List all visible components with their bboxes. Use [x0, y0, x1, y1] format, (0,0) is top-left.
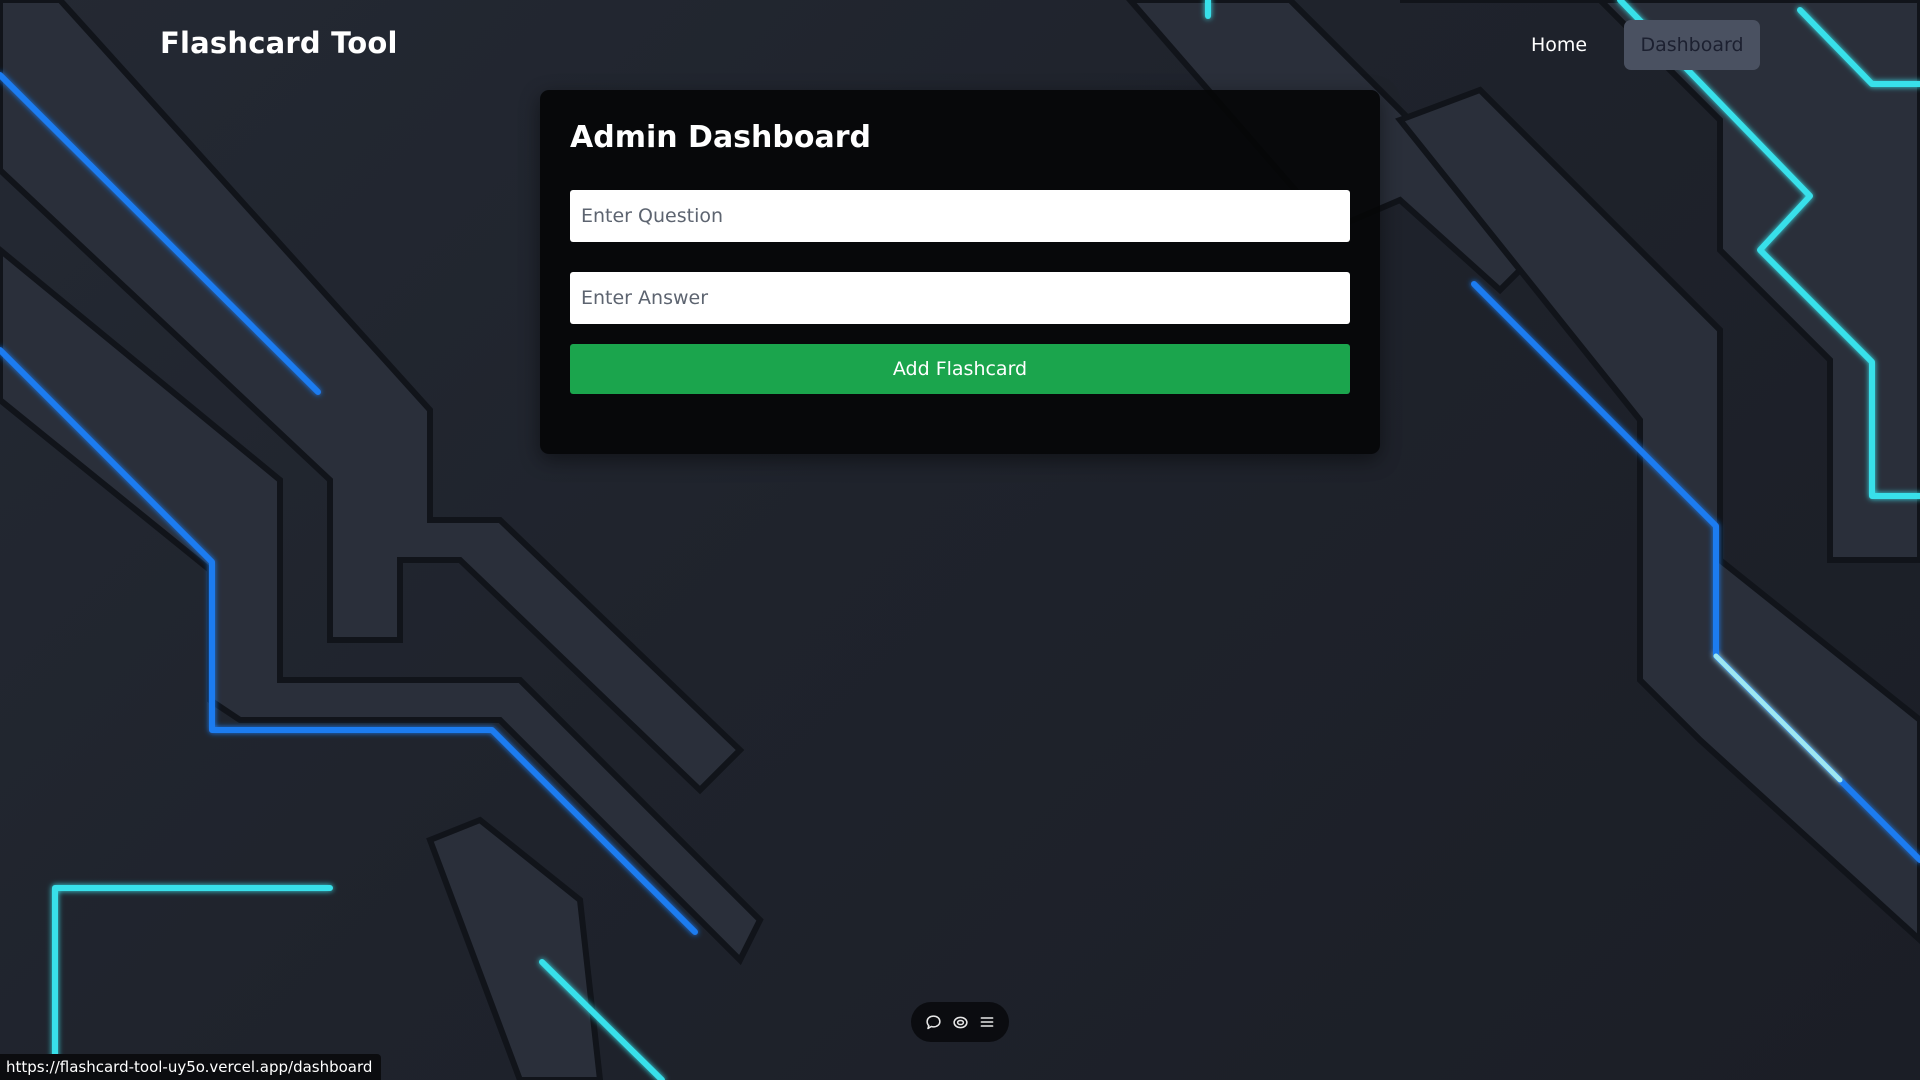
brand-logo-text[interactable]: Flashcard Tool [160, 26, 398, 60]
admin-dashboard-card: Admin Dashboard Add Flashcard [540, 90, 1380, 454]
nav-home-link[interactable]: Home [1515, 20, 1603, 70]
floating-toolbar [911, 1002, 1009, 1042]
answer-input[interactable] [570, 272, 1350, 324]
menu-icon[interactable] [976, 1011, 998, 1033]
question-input[interactable] [570, 190, 1350, 242]
navbar: Flashcard Tool Home Dashboard [0, 0, 1920, 92]
page-title: Admin Dashboard [570, 120, 871, 155]
nav-dashboard-link[interactable]: Dashboard [1624, 20, 1760, 70]
page: Flashcard Tool Home Dashboard Admin Dash… [0, 0, 1920, 1080]
comment-icon[interactable] [922, 1011, 944, 1033]
add-flashcard-button[interactable]: Add Flashcard [570, 344, 1350, 394]
status-bar-url: https://flashcard-tool-uy5o.vercel.app/d… [0, 1054, 382, 1080]
eye-icon[interactable] [949, 1011, 971, 1033]
circuit-line [52, 885, 333, 1080]
